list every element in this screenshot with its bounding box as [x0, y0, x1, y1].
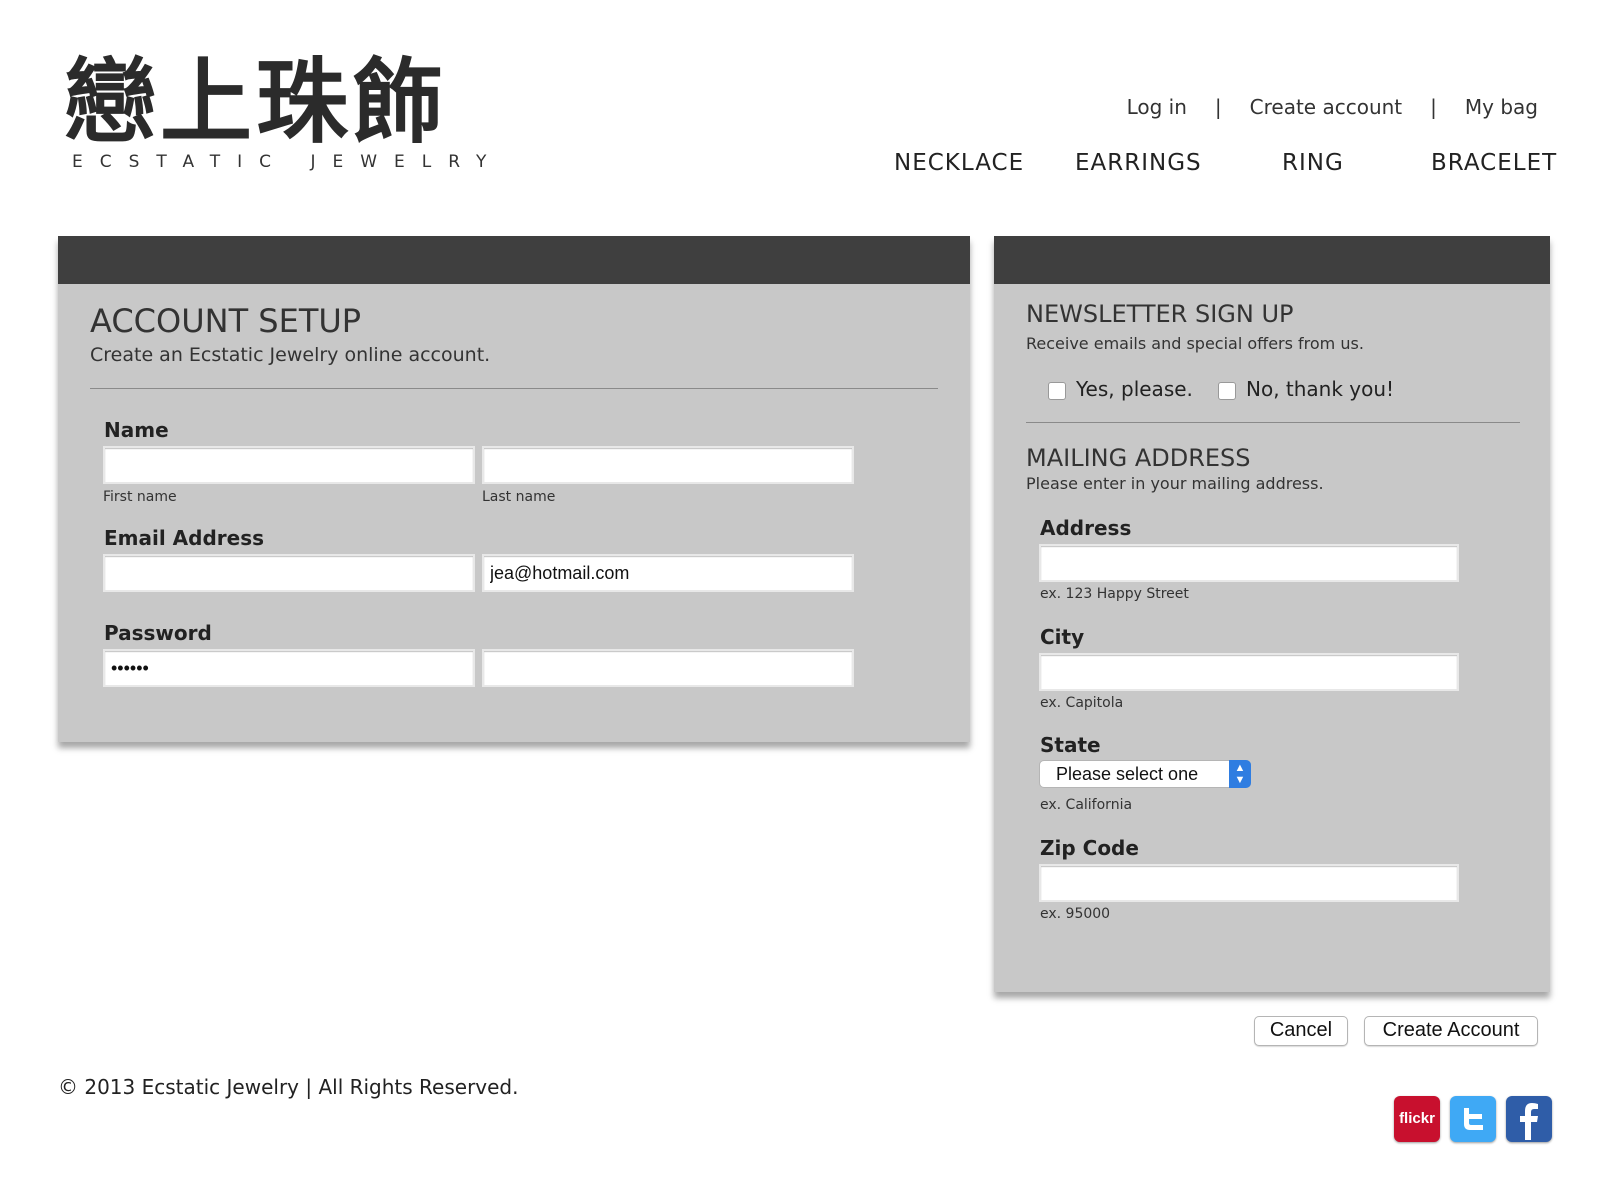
nav-bracelet[interactable]: BRACELET [1431, 150, 1557, 176]
panel-header-bar [58, 236, 970, 284]
last-name-input[interactable] [482, 446, 854, 484]
address-input[interactable] [1039, 544, 1459, 582]
first-name-input[interactable] [103, 446, 475, 484]
section-divider [90, 388, 938, 389]
zip-hint: ex. 95000 [1040, 906, 1111, 922]
state-selected-value: Please select one [1056, 764, 1199, 784]
create-account-button[interactable]: Create Account [1364, 1016, 1538, 1046]
my-bag-link[interactable]: My bag [1465, 95, 1538, 119]
twitter-icon[interactable] [1450, 1096, 1496, 1142]
address-label: Address [1040, 516, 1132, 540]
account-setup-panel: ACCOUNT SETUP Create an Ecstatic Jewelry… [58, 236, 970, 742]
city-input[interactable] [1039, 653, 1459, 691]
zip-input[interactable] [1039, 864, 1459, 902]
flickr-icon-text: flickr [1399, 1110, 1435, 1127]
main-nav: NECKLACE EARRINGS RING BRACELET [0, 150, 1600, 180]
account-setup-subtitle: Create an Ecstatic Jewelry online accoun… [90, 344, 491, 366]
link-separator: | [1430, 95, 1437, 119]
twitter-bird-icon [1464, 1108, 1483, 1130]
account-links: Log in | Create account | My bag [1127, 95, 1538, 119]
mailing-title: MAILING ADDRESS [1026, 444, 1251, 472]
password-input[interactable] [103, 649, 475, 687]
flickr-icon[interactable]: flickr [1394, 1096, 1440, 1142]
newsletter-no-checkbox[interactable] [1218, 382, 1236, 400]
footer-copyright: © 2013 Ecstatic Jewelry | All Rights Res… [58, 1075, 519, 1099]
password-label: Password [104, 621, 212, 645]
login-link[interactable]: Log in [1127, 95, 1187, 119]
newsletter-subtitle: Receive emails and special offers from u… [1026, 334, 1364, 353]
nav-earrings[interactable]: EARRINGS [1075, 150, 1202, 176]
address-hint: ex. 123 Happy Street [1040, 586, 1189, 602]
last-name-hint: Last name [482, 489, 556, 505]
newsletter-yes-checkbox[interactable] [1048, 382, 1066, 400]
logo-cjk-text: 戀上珠飾 [64, 48, 449, 156]
link-separator: | [1214, 95, 1222, 119]
city-hint: ex. Capitola [1040, 695, 1124, 711]
name-label: Name [104, 418, 169, 442]
facebook-icon[interactable] [1506, 1096, 1552, 1142]
panel-header-bar [994, 236, 1550, 284]
account-setup-title: ACCOUNT SETUP [90, 302, 362, 340]
first-name-hint: First name [103, 489, 177, 505]
state-select[interactable]: Please select one ▲ ▼ [1039, 760, 1251, 788]
select-arrows-icon: ▲ ▼ [1229, 760, 1251, 788]
newsletter-title: NEWSLETTER SIGN UP [1026, 300, 1294, 328]
email-confirm-input[interactable] [482, 554, 854, 592]
nav-necklace[interactable]: NECKLACE [894, 150, 1024, 176]
facebook-f-icon [1520, 1103, 1538, 1140]
create-account-link[interactable]: Create account [1250, 95, 1403, 119]
email-input[interactable] [103, 554, 475, 592]
state-hint: ex. California [1040, 797, 1133, 813]
mailing-subtitle: Please enter in your mailing address. [1026, 474, 1324, 493]
zip-label: Zip Code [1040, 836, 1139, 860]
cancel-button[interactable]: Cancel [1254, 1016, 1348, 1046]
email-label: Email Address [104, 526, 265, 550]
state-label: State [1040, 733, 1101, 757]
newsletter-no-label[interactable]: No, thank you! [1246, 377, 1394, 401]
section-divider [1026, 422, 1520, 423]
password-confirm-input[interactable] [482, 649, 854, 687]
newsletter-yes-label[interactable]: Yes, please. [1076, 377, 1193, 401]
city-label: City [1040, 625, 1085, 649]
newsletter-mailing-panel: NEWSLETTER SIGN UP Receive emails and sp… [994, 236, 1550, 992]
nav-ring[interactable]: RING [1282, 150, 1344, 176]
